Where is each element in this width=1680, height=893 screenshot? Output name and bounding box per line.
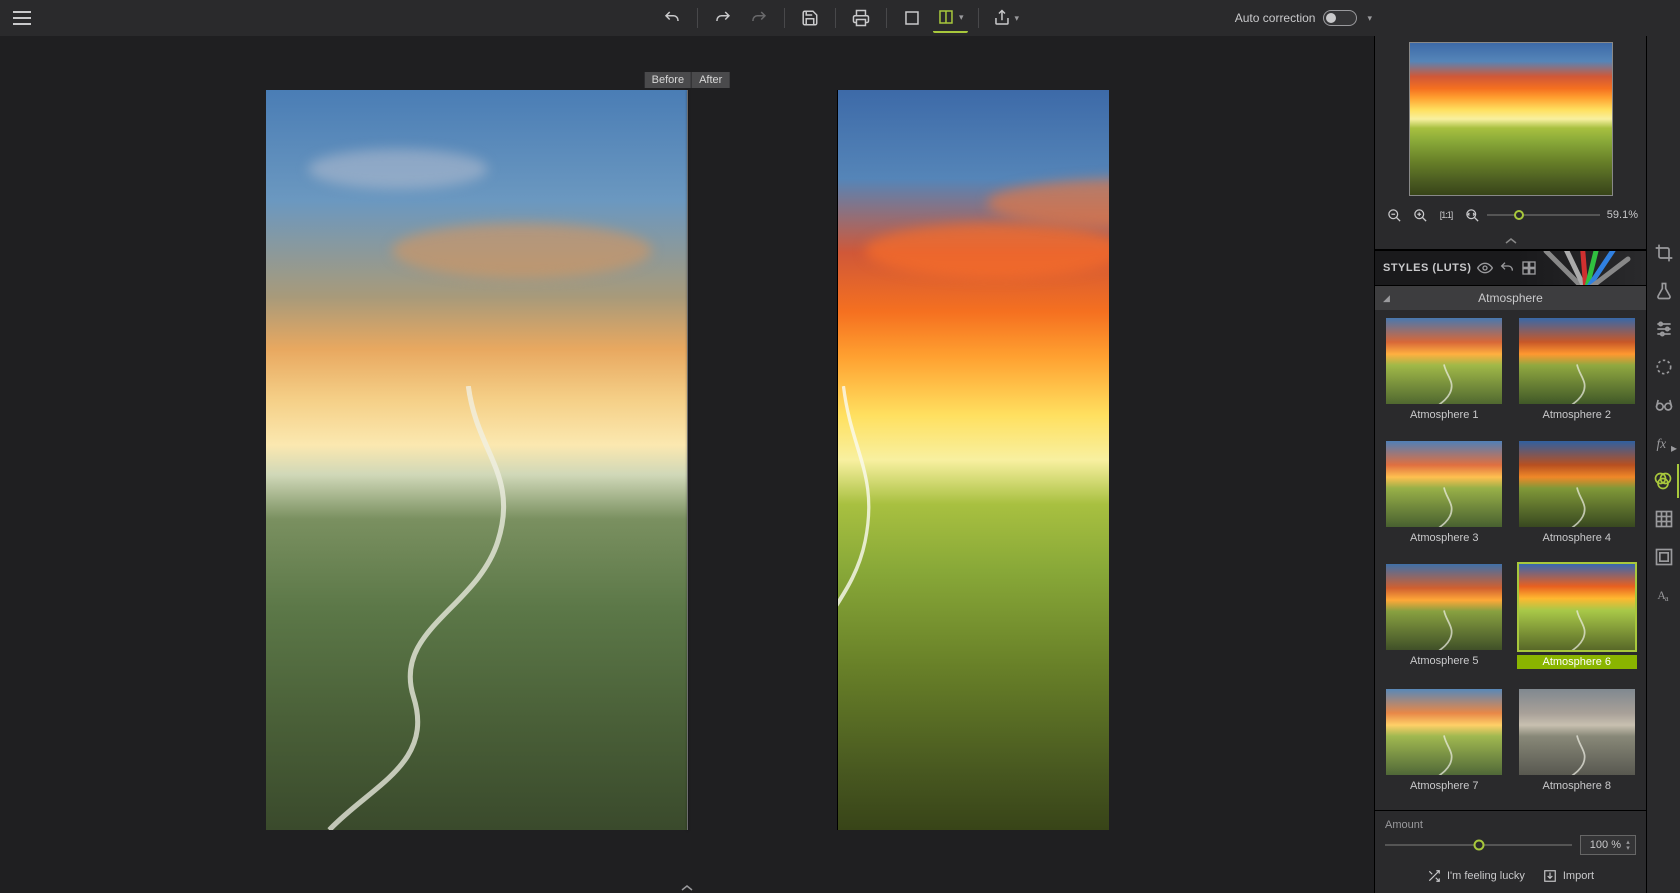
- amount-value: 100 %: [1590, 839, 1621, 851]
- category-label: Atmosphere: [1478, 291, 1543, 305]
- pencil-fan-icon: [1526, 250, 1646, 286]
- preset-2[interactable]: Atmosphere 2: [1514, 316, 1641, 433]
- save-button[interactable]: [795, 3, 825, 33]
- preset-7[interactable]: Atmosphere 7: [1381, 687, 1508, 804]
- shuffle-icon: [1427, 869, 1441, 883]
- auto-correction-label: Auto correction: [1235, 11, 1316, 25]
- top-toolbar: ▾ ▾ Auto correction ▾: [0, 0, 1680, 36]
- amount-section: Amount 100 % ▴▾: [1375, 810, 1646, 861]
- separator: [978, 8, 979, 28]
- separator: [784, 8, 785, 28]
- preset-4[interactable]: Atmosphere 4: [1514, 439, 1641, 556]
- reset-icon[interactable]: [1499, 260, 1515, 276]
- compare-divider[interactable]: [687, 90, 688, 830]
- preset-1[interactable]: Atmosphere 1: [1381, 316, 1508, 433]
- auto-correction-toggle[interactable]: [1323, 10, 1357, 26]
- preset-grid: Atmosphere 1 Atmosphere 2 Atmosphere 3 A…: [1375, 310, 1646, 810]
- share-button[interactable]: ▾: [989, 3, 1024, 33]
- import-button[interactable]: Import: [1543, 869, 1594, 883]
- feeling-lucky-label: I'm feeling lucky: [1447, 870, 1525, 882]
- zoom-slider[interactable]: [1487, 208, 1600, 222]
- zoom-value: 59.1%: [1604, 209, 1638, 221]
- grid-icon[interactable]: [1521, 260, 1537, 276]
- preset-label: Atmosphere 7: [1410, 780, 1478, 792]
- zoom-in-button[interactable]: [1409, 204, 1431, 226]
- zoom-fit-button[interactable]: [1461, 204, 1483, 226]
- svg-text:a: a: [1664, 594, 1668, 603]
- separator: [886, 8, 887, 28]
- svg-text:fx: fx: [1656, 436, 1666, 451]
- marquee-tool[interactable]: [1649, 350, 1679, 384]
- spin-up[interactable]: ▴: [1623, 840, 1633, 845]
- preset-5[interactable]: Atmosphere 5: [1381, 562, 1508, 681]
- import-icon: [1543, 869, 1557, 883]
- preset-3[interactable]: Atmosphere 3: [1381, 439, 1508, 556]
- preset-label: Atmosphere 6: [1517, 655, 1637, 669]
- before-label: Before: [645, 72, 692, 88]
- rings-tool[interactable]: [1649, 464, 1679, 498]
- styles-section-header: STYLES (LUTS): [1375, 250, 1646, 286]
- visibility-icon[interactable]: [1477, 260, 1493, 276]
- collapse-triangle-icon: ◢: [1383, 293, 1390, 304]
- separator: [835, 8, 836, 28]
- single-view-button[interactable]: [897, 3, 927, 33]
- redo-button[interactable]: [708, 3, 738, 33]
- chevron-down-icon: ▾: [959, 12, 964, 23]
- right-tool-strip: ▸ fx Aa: [1646, 36, 1680, 893]
- right-panel: [1:1] 59.1% STYLES (LUTS): [1374, 36, 1646, 893]
- preset-6[interactable]: Atmosphere 6: [1514, 562, 1641, 681]
- split-view-button[interactable]: ▾: [933, 3, 968, 33]
- toolstrip-expand[interactable]: ▸: [1668, 436, 1680, 460]
- panel-expand-handle[interactable]: [0, 883, 1374, 893]
- navigator-collapse[interactable]: [1375, 232, 1646, 250]
- menu-button[interactable]: [8, 4, 36, 32]
- navigator-preview[interactable]: [1375, 36, 1646, 202]
- preset-label: Atmosphere 4: [1543, 532, 1611, 544]
- grid-tool[interactable]: [1649, 502, 1679, 536]
- print-button[interactable]: [846, 3, 876, 33]
- redo-forward-button[interactable]: [744, 3, 774, 33]
- chevron-down-icon: ▾: [1015, 13, 1020, 24]
- preset-label: Atmosphere 1: [1410, 409, 1478, 421]
- preset-label: Atmosphere 2: [1543, 409, 1611, 421]
- zoom-11-button[interactable]: [1:1]: [1435, 204, 1457, 226]
- category-header[interactable]: ◢ Atmosphere: [1375, 286, 1646, 310]
- frame-tool[interactable]: [1649, 540, 1679, 574]
- chevron-down-icon[interactable]: ▾: [1367, 13, 1372, 24]
- preset-label: Atmosphere 5: [1410, 655, 1478, 667]
- amount-value-input[interactable]: 100 % ▴▾: [1580, 835, 1636, 855]
- spin-down[interactable]: ▾: [1623, 846, 1633, 851]
- zoom-out-button[interactable]: [1383, 204, 1405, 226]
- crop-tool[interactable]: [1649, 236, 1679, 270]
- image-canvas[interactable]: Before After: [0, 36, 1374, 883]
- import-label: Import: [1563, 870, 1594, 882]
- separator: [697, 8, 698, 28]
- amount-slider[interactable]: [1385, 838, 1572, 852]
- after-label: After: [692, 72, 729, 88]
- feeling-lucky-button[interactable]: I'm feeling lucky: [1427, 869, 1525, 883]
- styles-title: STYLES (LUTS): [1383, 262, 1471, 274]
- before-after-labels: Before After: [645, 72, 730, 88]
- preset-label: Atmosphere 8: [1543, 780, 1611, 792]
- preset-label: Atmosphere 3: [1410, 532, 1478, 544]
- flask-tool[interactable]: [1649, 274, 1679, 308]
- preset-8[interactable]: Atmosphere 8: [1514, 687, 1641, 804]
- text-tool[interactable]: Aa: [1649, 578, 1679, 612]
- glasses-tool[interactable]: [1649, 388, 1679, 422]
- sliders-tool[interactable]: [1649, 312, 1679, 346]
- amount-label: Amount: [1385, 819, 1636, 831]
- undo-button[interactable]: [657, 3, 687, 33]
